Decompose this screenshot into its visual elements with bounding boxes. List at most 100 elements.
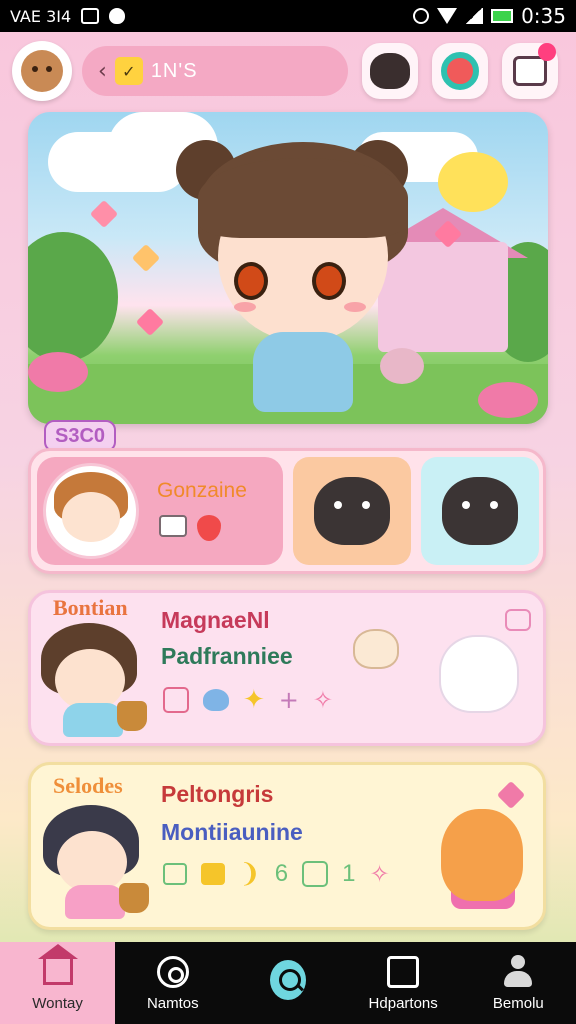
cat-notification-icon	[109, 8, 126, 24]
ghost-icon	[203, 689, 229, 711]
nav-label: Hdpartons	[368, 994, 438, 1012]
count-b: 1	[342, 860, 356, 887]
card-2-title: MagnaeNl	[161, 607, 270, 633]
plus-icon: +	[278, 686, 299, 714]
nav-item-profile[interactable]: Bemolu	[461, 942, 576, 1024]
home-icon	[37, 943, 78, 989]
card-1-title: Gonzaine	[157, 479, 247, 502]
flower-bush	[28, 352, 88, 392]
search-icon	[269, 960, 306, 1000]
character-blush	[344, 302, 366, 312]
status-time: 0:35	[521, 4, 566, 28]
bottom-navigation: Wontay Namtos Hdpartons Bemolu	[0, 942, 576, 1024]
bear-character-icon	[441, 809, 523, 901]
avatar-body	[63, 703, 123, 737]
character-avatar	[43, 805, 153, 919]
card-1-icons	[159, 515, 221, 541]
basket-icon	[117, 701, 147, 731]
chick-cloud-icon	[438, 152, 508, 212]
status-right: 0:35	[413, 4, 566, 28]
nav-item-places[interactable]: Namtos	[115, 942, 230, 1024]
search-text: 1N'S	[150, 59, 198, 82]
character-card-3[interactable]: Selodes Peltongris Montiiaunine ❩ 6 1 ✧	[28, 762, 546, 930]
status-carrier-text: VAE 3I4	[10, 6, 72, 26]
black-cat-icon	[314, 477, 390, 545]
battery-icon	[491, 9, 514, 23]
character-card-2[interactable]: Bontian MagnaeNl Padfranniee ✦ + ✧	[28, 590, 546, 746]
heart-icon	[496, 780, 526, 810]
profile-avatar-button[interactable]	[12, 41, 72, 101]
character-card-1[interactable]: Gonzaine	[28, 448, 546, 574]
strawberry-icon	[197, 515, 221, 541]
avatar-face	[57, 831, 127, 893]
heart-icon	[89, 199, 119, 229]
alarm-icon	[413, 8, 430, 24]
pet-tile-1[interactable]	[293, 457, 411, 565]
leaf-icon	[302, 861, 329, 887]
cream-cat-icon	[353, 629, 399, 669]
black-cat-icon	[442, 477, 518, 545]
diamond-icon	[135, 307, 165, 337]
house-shape	[378, 242, 508, 352]
status-bar: VAE 3I4 0:35	[0, 0, 576, 32]
person-icon	[500, 954, 536, 989]
pot-icon	[159, 515, 187, 537]
avatar-face	[55, 649, 125, 711]
card-2-tag: Bontian	[53, 595, 128, 620]
card-3-icons: ❩ 6 1 ✧	[163, 859, 390, 889]
ring-icon	[441, 52, 479, 90]
nav-label: Bemolu	[492, 994, 544, 1012]
pin-icon	[155, 955, 191, 989]
heart-icon	[131, 243, 161, 273]
character-body	[253, 332, 353, 412]
gallery-icon	[81, 8, 100, 24]
avatar-body	[65, 885, 125, 919]
nav-label: Namtos	[146, 994, 199, 1012]
hero-banner[interactable]	[28, 112, 548, 424]
frame-icon	[513, 56, 547, 86]
wifi-icon	[437, 8, 458, 24]
avatar-face	[62, 492, 120, 542]
card-3-tag: Selodes	[53, 773, 123, 798]
character-eye	[312, 262, 346, 300]
star-icon: ✧	[369, 860, 390, 888]
corner-badge-icon[interactable]	[505, 609, 531, 631]
character-eye	[234, 262, 268, 300]
banana-icon: ❩	[239, 859, 261, 889]
nav-item-search[interactable]	[230, 942, 345, 1024]
frame-button[interactable]	[502, 43, 558, 99]
pet-tile-2[interactable]	[421, 457, 539, 565]
card-3-title: Peltongris	[161, 781, 274, 807]
character-avatar	[43, 463, 139, 559]
nav-label: Wontay	[32, 994, 83, 1012]
status-left: VAE 3I4	[10, 6, 126, 26]
chevron-left-icon[interactable]: ‹	[98, 59, 107, 84]
notification-dot	[538, 43, 556, 61]
count-a: 6	[274, 860, 289, 887]
yellow-chip-icon: ✓	[114, 57, 143, 85]
cat-button[interactable]	[362, 43, 418, 99]
cat-icon	[370, 53, 410, 89]
card-2-subtitle: Padfranniee	[161, 643, 293, 669]
nav-item-home[interactable]: Wontay	[0, 942, 116, 1024]
card-1-main[interactable]	[37, 457, 283, 565]
basket-icon	[119, 883, 149, 913]
card-2-icons: ✦ + ✧	[163, 685, 333, 715]
tree-shape	[28, 232, 118, 362]
bear-avatar-icon	[21, 50, 63, 92]
flower-bush	[478, 382, 538, 418]
character-avatar	[41, 623, 151, 737]
nav-item-apps[interactable]: Hdpartons	[346, 942, 461, 1024]
grid-icon	[163, 687, 189, 713]
white-cat-icon	[439, 635, 519, 713]
ring-button[interactable]	[432, 43, 488, 99]
star-icon: ✧	[312, 686, 334, 714]
app-header: ‹ ✓ 1N'S	[12, 40, 564, 102]
character-bangs	[198, 158, 408, 238]
search-bar[interactable]: ‹ ✓ 1N'S	[82, 46, 348, 96]
card-3-subtitle: Montiiaunine	[161, 819, 303, 845]
cheese-icon	[201, 863, 225, 885]
character-blush	[234, 302, 256, 312]
pig-character	[380, 348, 424, 384]
tablet-icon	[385, 955, 421, 989]
